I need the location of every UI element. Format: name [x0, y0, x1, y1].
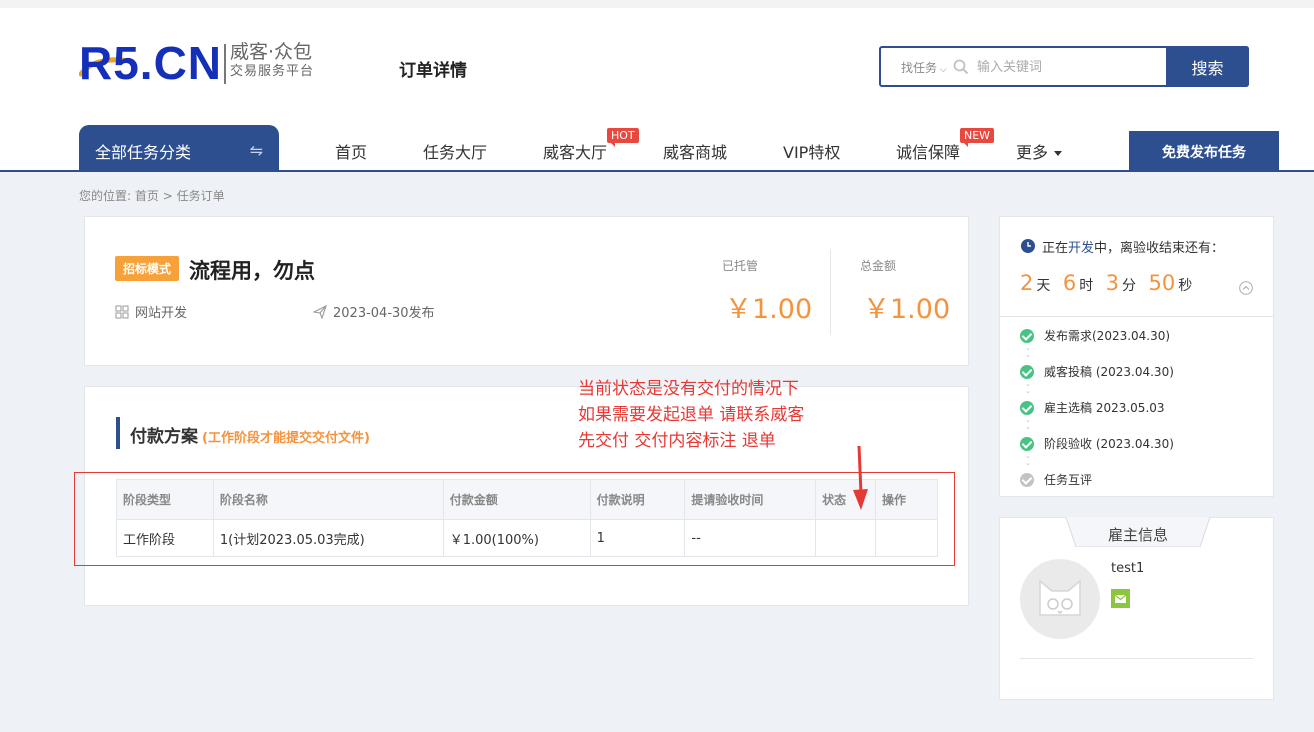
annotation-highlight-box: [74, 472, 955, 566]
status-suffix: 中，离验收结束还有：: [1094, 241, 1225, 256]
logo-slogan: 交易服务平台: [230, 64, 315, 79]
nav-credit[interactable]: 诚信保障: [896, 139, 960, 163]
task-category-label: 网站开发: [135, 306, 188, 321]
switch-arrows-icon: ⇋: [249, 141, 263, 160]
logo-mark: R5.CN: [79, 37, 223, 89]
progress-step-label: 任务互评: [1044, 473, 1093, 487]
grid-icon: [115, 305, 129, 319]
step-connector: ⌄ ⌄: [1025, 452, 1031, 467]
avatar[interactable]: [1020, 559, 1100, 639]
employer-name[interactable]: test1: [1111, 561, 1144, 576]
progress-step: 雇主选稿 2023.05.03: [1020, 399, 1165, 416]
divider: [1000, 316, 1273, 317]
countdown-days: 2: [1020, 271, 1034, 295]
annotation-line: 先交付 交付内容标注 退单: [578, 431, 776, 451]
task-category: 网站开发: [115, 302, 187, 321]
employer-info-title: 雇主信息: [1107, 526, 1168, 544]
nav-home[interactable]: 首页: [335, 139, 367, 163]
search-icon: [953, 59, 969, 75]
top-strip: [0, 0, 1314, 8]
progress-step-label: 阶段验收 (2023.04.30): [1044, 437, 1174, 451]
annotation-line: 如果需要发起退单 请联系威客: [578, 405, 805, 425]
escrow-label: 已托管: [722, 259, 759, 273]
section-accent-bar: [116, 417, 120, 449]
payment-plan-title: 付款方案 (工作阶段才能提交交付文件): [130, 422, 370, 447]
search-input[interactable]: [977, 57, 1157, 77]
nav-more-label: 更多: [1016, 143, 1049, 162]
check-circle-icon: [1020, 365, 1034, 379]
task-publish-date: 2023-04-30发布: [313, 302, 435, 321]
check-circle-icon: [1020, 329, 1034, 343]
logo-name: 威客·众包: [230, 41, 313, 63]
logo-divider: [224, 44, 226, 84]
status-prefix: 正在: [1042, 241, 1069, 256]
nav-task-hall[interactable]: 任务大厅: [423, 139, 487, 163]
countdown-days-unit: 天: [1036, 278, 1051, 294]
step-connector: ⌄ ⌄: [1025, 380, 1031, 395]
step-connector: ⌄ ⌄: [1025, 416, 1031, 431]
check-circle-icon: [1020, 437, 1034, 451]
nav-worker-mall[interactable]: 威客商城: [663, 139, 727, 163]
countdown-minutes-unit: 分: [1122, 278, 1137, 294]
status-line: 正在开发中，离验收结束还有：: [1042, 237, 1224, 256]
progress-step-label: 发布需求(2023.04.30): [1044, 329, 1171, 343]
site-logo[interactable]: R5.CN 威客·众包 交易服务平台: [79, 38, 329, 88]
task-publish-date-label: 2023-04-30发布: [333, 306, 435, 321]
countdown-seconds: 50: [1148, 271, 1176, 295]
task-title: 流程用，勿点: [189, 259, 315, 283]
search-button[interactable]: 搜索: [1166, 46, 1249, 87]
breadcrumb-prefix: 您的位置:: [79, 189, 132, 203]
countdown-minutes: 3: [1105, 271, 1120, 295]
nav-worker-hall[interactable]: 威客大厅: [543, 139, 607, 163]
annotation-line: 当前状态是没有交付的情况下: [578, 379, 799, 399]
page-title: 订单详情: [399, 61, 467, 81]
escrow-amount: ￥1.00: [725, 294, 813, 325]
progress-step-label: 威客投稿 (2023.04.30): [1044, 365, 1174, 379]
all-categories-button[interactable]: 全部任务分类 ⇋: [79, 125, 279, 172]
check-circle-icon: [1020, 401, 1034, 415]
new-badge: NEW: [960, 128, 995, 147]
payment-plan-note: (工作阶段才能提交交付文件): [202, 431, 370, 446]
all-categories-label: 全部任务分类: [95, 143, 192, 162]
progress-step: 威客投稿 (2023.04.30): [1020, 363, 1174, 380]
total-amount: ￥1.00: [863, 294, 951, 325]
progress-step: 阶段验收 (2023.04.30): [1020, 435, 1174, 452]
paper-plane-icon: [313, 305, 327, 319]
caret-down-icon: [1054, 151, 1063, 156]
step-connector: ⌄ ⌄: [1025, 344, 1031, 359]
task-summary-card: 招标模式 流程用，勿点 网站开发 2023-04-30发布 已托管 ￥1.00 …: [84, 216, 969, 366]
search-bar: 找任务 ⌵ 搜索: [879, 46, 1249, 87]
breadcrumb-home[interactable]: 首页: [135, 189, 159, 203]
task-progress-card: 正在开发中，离验收结束还有： 2天 6时 3分 50 秒 发布需求(2023.04…: [999, 216, 1274, 497]
cat-avatar-icon: [1039, 579, 1081, 616]
total-label: 总金额: [860, 259, 897, 273]
employer-info-card: 雇主信息 test1: [999, 517, 1274, 700]
hot-badge: HOT: [607, 128, 639, 147]
countdown-hours-unit: 时: [1079, 278, 1094, 294]
annotation-text: 当前状态是没有交付的情况下 如果需要发起退单 请联系威客 先交付 交付内容标注 …: [578, 376, 804, 454]
divider: [1020, 658, 1253, 659]
status-highlight: 开发: [1068, 241, 1095, 256]
countdown-seconds-unit: 秒: [1178, 278, 1193, 294]
clock-icon: [1021, 239, 1035, 253]
search-type-select[interactable]: 找任务 ⌵: [901, 59, 947, 76]
payment-plan-title-text: 付款方案: [130, 427, 198, 447]
nav-vip[interactable]: VIP特权: [783, 139, 840, 163]
breadcrumb-sep: >: [162, 189, 173, 203]
nav-more[interactable]: 更多: [1016, 139, 1063, 163]
mode-badge: 招标模式: [115, 256, 180, 281]
annotation-arrow-icon: [853, 445, 868, 510]
progress-step-label: 雇主选稿 2023.05.03: [1044, 401, 1165, 415]
breadcrumb: 您的位置: 首页 > 任务订单: [79, 187, 225, 204]
mail-icon[interactable]: [1111, 589, 1130, 608]
progress-step: 任务互评: [1020, 471, 1092, 488]
amount-divider: [830, 249, 831, 335]
collapse-up-icon[interactable]: [1239, 281, 1253, 295]
breadcrumb-current[interactable]: 任务订单: [177, 189, 225, 203]
progress-step: 发布需求(2023.04.30): [1020, 327, 1170, 344]
countdown-hours: 6: [1062, 271, 1077, 295]
countdown-timer: 2天 6时 3分 50 秒: [1020, 271, 1200, 295]
check-circle-icon: [1020, 473, 1034, 487]
publish-task-button[interactable]: 免费发布任务: [1129, 131, 1279, 172]
